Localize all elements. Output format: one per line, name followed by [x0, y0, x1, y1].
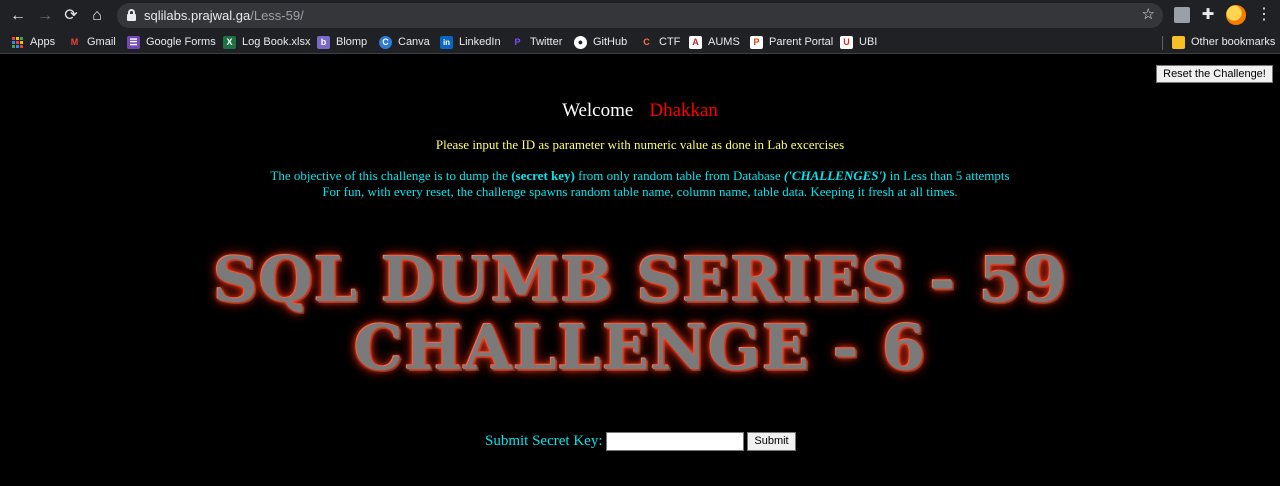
bookmarks-divider	[1162, 36, 1163, 50]
objective-line: The objective of this challenge is to du…	[0, 168, 1280, 184]
bookmark-label: Canva	[398, 36, 430, 48]
url-path: /Less-59/	[250, 8, 304, 23]
ctf-icon: C	[643, 37, 650, 47]
apps-grid-icon	[11, 36, 24, 49]
extension-icon[interactable]	[1174, 7, 1190, 23]
bookmark-label: Blomp	[336, 36, 368, 48]
ubi-icon: U	[840, 36, 853, 49]
instruction-text: Please input the ID as parameter with nu…	[435, 137, 845, 152]
url-host: sqlilabs.prajwal.ga	[144, 8, 251, 23]
reload-icon[interactable]: ⟳	[59, 4, 83, 28]
parent-portal-icon: P	[750, 36, 763, 49]
objective-mid: from only random table from Database	[574, 168, 784, 183]
lock-icon	[127, 9, 136, 21]
browser-toolbar: ← → ⟳ ⌂ sqlilabs.prajwal.ga/Less-59/ ☆ ✚…	[0, 0, 1280, 31]
bookmarks-bar: Apps M Gmail ☰ Google Forms X Log Book.x…	[0, 31, 1280, 54]
bookmark-star-icon[interactable]: ☆	[1142, 5, 1155, 25]
bookmark-label: CTF	[659, 36, 681, 48]
bookmark-label: UBI	[859, 36, 878, 48]
bookmark-label: Twitter	[530, 36, 563, 48]
bookmark-label: Other bookmarks	[1191, 36, 1276, 48]
banner-subtitle: CHALLENGE - 6	[353, 311, 927, 384]
canva-icon: C	[379, 36, 392, 49]
browser-menu-icon[interactable]: ⋮	[1256, 7, 1272, 23]
blomp-icon: b	[317, 36, 330, 49]
back-icon[interactable]: ←	[6, 4, 30, 28]
twitter-icon: P	[514, 37, 521, 47]
welcome-text: Welcome	[562, 100, 634, 121]
home-icon[interactable]: ⌂	[85, 4, 109, 28]
address-bar[interactable]: sqlilabs.prajwal.ga/Less-59/ ☆	[117, 3, 1163, 28]
objective-block: The objective of this challenge is to du…	[0, 168, 1280, 200]
secret-key-input[interactable]	[606, 432, 744, 451]
challenge-banner-image: SQL DUMB SERIES - 59 CHALLENGE - 6	[187, 241, 1093, 385]
gmail-icon: M	[70, 37, 79, 47]
objective-pre: The objective of this challenge is to du…	[270, 168, 512, 183]
reset-challenge-button[interactable]: Reset the Challenge!	[1156, 65, 1273, 83]
bookmark-label: Log Book.xlsx	[242, 36, 311, 48]
linkedin-icon: in	[440, 36, 453, 49]
objective-secret-key: (secret key)	[511, 168, 575, 183]
forward-icon[interactable]: →	[33, 4, 57, 28]
submit-secret-key-label: Submit Secret Key:	[485, 433, 603, 449]
google-forms-icon: ☰	[127, 36, 140, 49]
url-text[interactable]: sqlilabs.prajwal.ga/Less-59/	[144, 7, 304, 24]
bookmark-label: LinkedIn	[459, 36, 501, 48]
bookmark-label: GitHub	[593, 36, 628, 48]
banner-title: SQL DUMB SERIES - 59	[212, 243, 1068, 316]
folder-icon	[1172, 36, 1185, 49]
page-content: Reset the Challenge! Welcome Dhakkan Plea…	[0, 55, 1280, 486]
excel-icon: X	[223, 36, 236, 49]
bookmark-label: Google Forms	[146, 36, 216, 48]
submit-button[interactable]: Submit	[747, 432, 796, 451]
extensions-puzzle-icon[interactable]: ✚	[1200, 7, 1216, 23]
welcome-heading: Welcome Dhakkan	[0, 99, 1280, 123]
aums-icon: A	[689, 36, 702, 49]
objective-database: ('CHALLENGES')	[783, 168, 887, 183]
bookmark-label: AUMS	[708, 36, 740, 48]
github-icon: ●	[574, 36, 587, 49]
username: Dhakkan	[649, 100, 718, 121]
bookmark-label: Apps	[30, 36, 56, 48]
profile-avatar-icon[interactable]	[1226, 5, 1246, 25]
fun-line: For fun, with every reset, the challenge…	[322, 184, 958, 199]
objective-post: in Less than 5 attempts	[886, 168, 1010, 183]
bookmark-label: Parent Portal	[769, 36, 834, 48]
bookmark-label: Gmail	[87, 36, 116, 48]
